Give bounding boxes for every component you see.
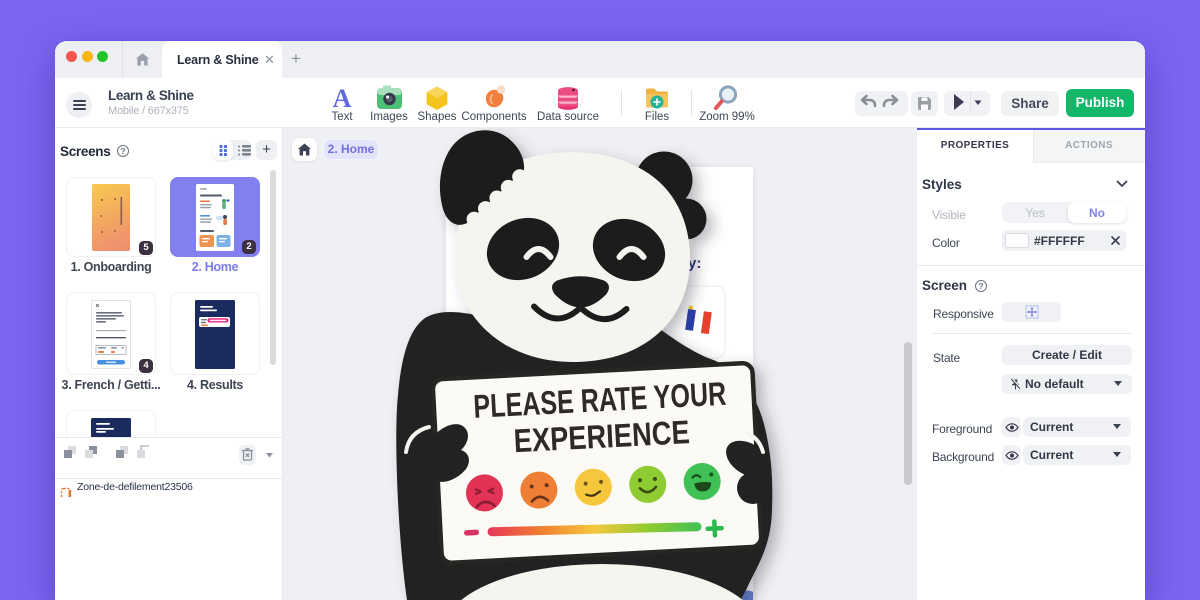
svg-text:A: A (333, 84, 352, 113)
